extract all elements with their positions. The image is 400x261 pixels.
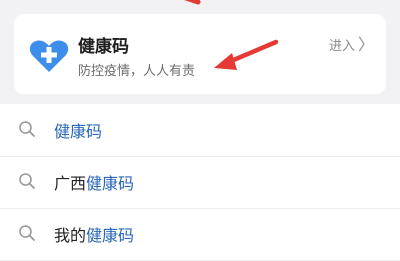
suggestion-item[interactable]: 健康码: [0, 104, 400, 157]
suggestion-label: 广西健康码: [54, 170, 134, 194]
suggestion-prefix: 我的: [54, 226, 87, 245]
suggestion-list: 健康码 广西健康码 我的健康码: [0, 104, 400, 261]
suggestion-label: 我的健康码: [54, 222, 134, 246]
suggestion-highlight: 健康码: [86, 226, 135, 245]
search-icon: [19, 121, 35, 137]
card-title: 健康码: [78, 37, 129, 57]
suggestion-highlight: 健康码: [54, 122, 103, 141]
search-icon: [19, 225, 35, 241]
annotation-arrow: [214, 39, 279, 70]
chevron-right-icon: 〉: [357, 34, 374, 54]
suggestion-item[interactable]: 我的健康码: [0, 208, 400, 261]
suggestion-label: 健康码: [54, 118, 102, 142]
enter-button[interactable]: 进入 〉: [329, 35, 374, 54]
heart-plus-icon: [26, 34, 72, 80]
health-code-card[interactable]: 健康码 防控疫情，人人有责 进入 〉: [14, 14, 386, 94]
annotation-arrow-top: [184, 0, 201, 5]
suggestion-highlight: 健康码: [86, 174, 135, 193]
suggestion-item[interactable]: 广西健康码: [0, 156, 400, 209]
card-subtitle: 防控疫情，人人有责: [78, 64, 196, 79]
search-icon: [19, 173, 35, 189]
suggestion-prefix: 广西: [54, 174, 87, 193]
enter-label: 进入: [328, 39, 355, 54]
